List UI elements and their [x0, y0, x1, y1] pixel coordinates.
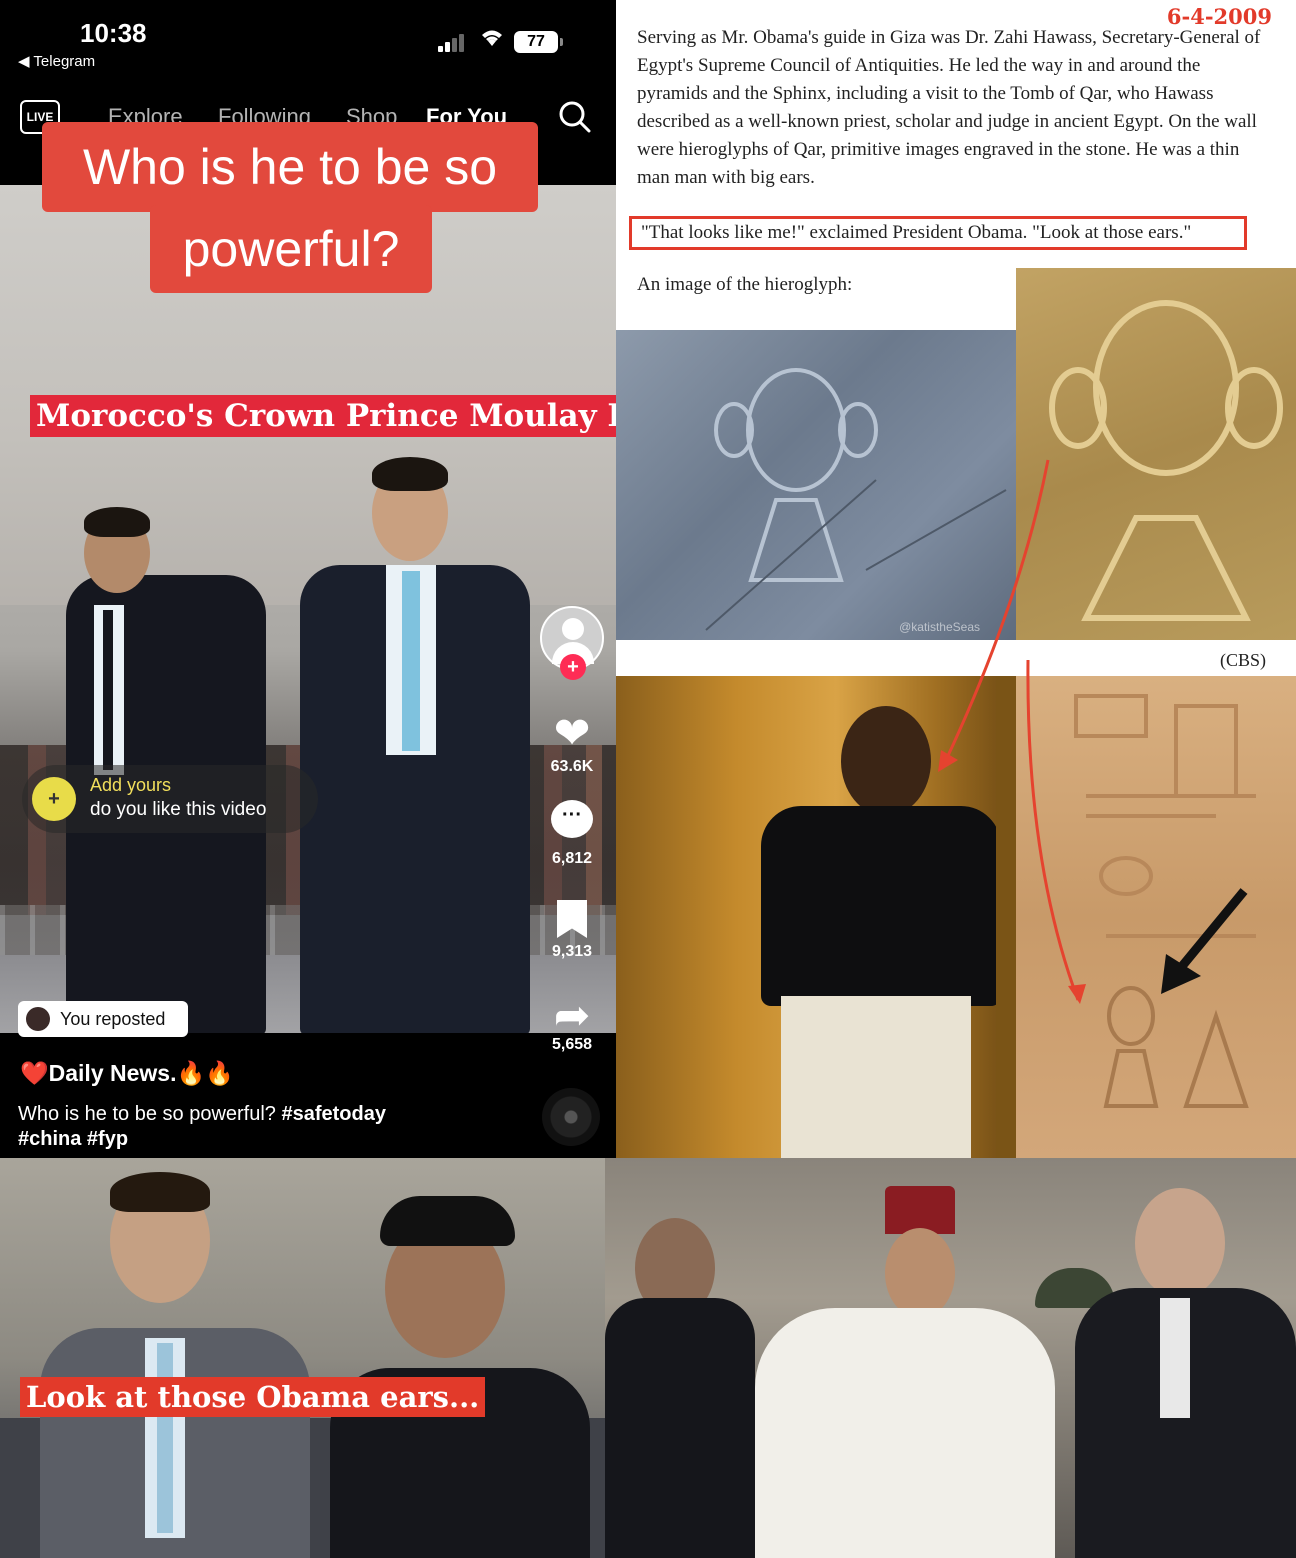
- camera-plus-icon: +: [32, 777, 76, 821]
- comment-icon[interactable]: ···: [534, 800, 610, 838]
- prince-tie: [157, 1343, 173, 1533]
- heart-emoji: ❤️: [20, 1060, 49, 1086]
- video-description: Who is he to be so powerful? #safetoday …: [18, 1102, 458, 1152]
- tiktok-screenshot: 10:38 ◀ Telegram 77 LIVE Explore Followi…: [0, 0, 616, 1158]
- status-time: 10:38: [80, 18, 147, 48]
- prince-and-king-photo: [0, 1158, 605, 1558]
- video-caption-line2: powerful?: [150, 205, 432, 293]
- music-disc-icon[interactable]: [542, 1088, 600, 1146]
- hashtag-fyp[interactable]: #fyp: [87, 1128, 128, 1150]
- video-author[interactable]: ❤️Daily News.🔥🔥: [20, 1060, 234, 1087]
- author-name: Daily News.: [48, 1060, 177, 1086]
- hashtag-china[interactable]: #china: [18, 1128, 81, 1150]
- comment-count: 6,812: [551, 850, 593, 867]
- video-frame[interactable]: [0, 185, 616, 1033]
- prince-fez: [885, 1186, 955, 1234]
- bookmark-count: 9,313: [551, 943, 593, 960]
- news-article: 6-4-2009 Serving as Mr. Obama's guide in…: [616, 0, 1296, 1158]
- add-yours-title: Add yours: [90, 775, 172, 795]
- prince-ceremony-photo: [605, 1158, 1296, 1558]
- status-bar: 10:38 ◀ Telegram 77: [0, 0, 616, 80]
- back-to-telegram-link[interactable]: ◀ Telegram: [18, 52, 95, 70]
- man-shirt-right: [1160, 1298, 1190, 1418]
- follow-plus-icon[interactable]: +: [560, 654, 586, 680]
- add-yours-sticker[interactable]: + Add yours do you like this video: [22, 765, 318, 833]
- search-icon[interactable]: [558, 100, 592, 134]
- bookmark-icon[interactable]: [534, 900, 610, 943]
- red-connector-arrows: [938, 459, 1086, 1004]
- reposted-label: You reposted: [60, 1009, 166, 1029]
- add-yours-subtitle: do you like this video: [90, 799, 267, 820]
- reposter-avatar: [26, 1007, 50, 1031]
- guard-suit: [605, 1298, 755, 1558]
- heart-icon[interactable]: ❤: [534, 708, 610, 759]
- video-caption-line1: Who is he to be so: [42, 122, 538, 212]
- battery-icon: 77: [514, 31, 563, 53]
- video-person-left-tie: [103, 610, 113, 770]
- share-count: 5,658: [551, 1036, 593, 1053]
- man-head-right: [1135, 1188, 1225, 1298]
- prince-hair: [110, 1172, 210, 1212]
- obama-ears-label: Look at those Obama ears...: [20, 1377, 486, 1417]
- hashtag-safetoday[interactable]: #safetoday: [281, 1103, 386, 1125]
- video-person-left-hair: [84, 507, 150, 537]
- video-person-prince-tie: [402, 571, 420, 751]
- prince-name-label: Morocco's Crown Prince Moulay El Hassan: [30, 395, 616, 437]
- fire-emoji: 🔥🔥: [176, 1060, 234, 1086]
- king-beret: [380, 1196, 515, 1246]
- cellular-signal-icon: [438, 32, 468, 52]
- like-count: 63.6K: [550, 758, 594, 775]
- wifi-icon: [478, 26, 506, 55]
- prince-face: [885, 1228, 955, 1318]
- reposted-badge: You reposted: [18, 1001, 188, 1037]
- description-text: Who is he to be so powerful?: [18, 1103, 276, 1125]
- share-arrow-icon[interactable]: ➦: [534, 990, 610, 1041]
- prince-white-robe: [755, 1308, 1055, 1558]
- video-person-prince-hair: [372, 457, 448, 491]
